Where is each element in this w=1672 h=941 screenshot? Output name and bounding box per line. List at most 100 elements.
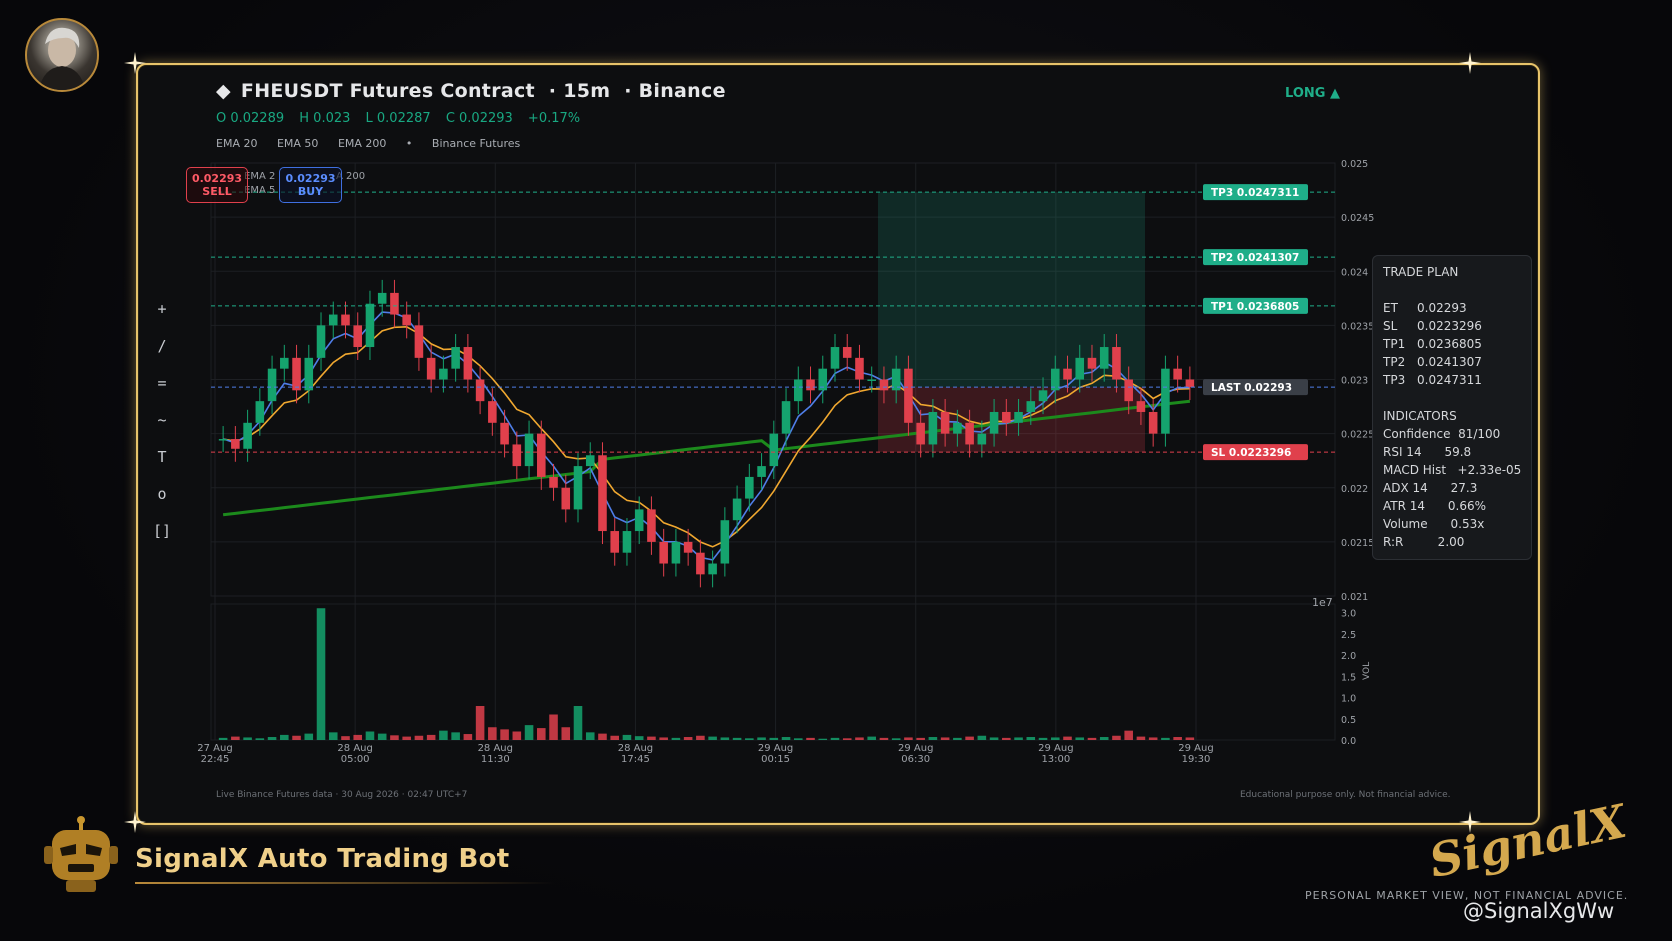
brand-underline	[135, 882, 555, 884]
volume-bar	[696, 735, 705, 740]
candle	[267, 368, 277, 402]
indicator-volume: Volume 0.53x	[1383, 517, 1485, 531]
buy-price: 0.02293	[285, 172, 336, 185]
last-label: LAST 0.02293	[1211, 382, 1292, 394]
candle	[781, 401, 791, 434]
candle	[928, 411, 938, 445]
candle	[292, 357, 301, 391]
candle	[1002, 411, 1011, 423]
candle	[512, 444, 522, 467]
x-tick-label: 19:30	[1182, 754, 1211, 765]
sl-label: SL 0.0223296	[1211, 447, 1291, 459]
ema-overlap-label: EMA 2	[244, 171, 276, 182]
volume-bar	[1112, 735, 1121, 740]
candle	[463, 347, 473, 380]
candle	[745, 476, 754, 499]
y-tick-label: 0.0245	[1341, 213, 1374, 224]
x-tick-label: 13:00	[1041, 754, 1070, 765]
candle	[696, 552, 705, 575]
volume-bar	[475, 706, 485, 740]
candle	[965, 422, 974, 445]
candle	[475, 379, 485, 402]
candle	[1026, 401, 1036, 412]
volume-bar	[830, 737, 840, 740]
volume-bar	[781, 737, 791, 740]
volume-bar	[622, 734, 632, 740]
volume-bar	[806, 737, 815, 740]
volume-pane	[210, 603, 1336, 741]
row-key: ET	[1383, 301, 1398, 315]
candle	[867, 379, 876, 381]
x-tick-label: 28 Aug	[337, 743, 372, 754]
volume-bar	[1148, 737, 1158, 740]
candle	[989, 411, 999, 434]
x-tick-label: 29 Aug	[1178, 743, 1213, 754]
volume-bar	[1173, 737, 1182, 740]
candle	[1185, 379, 1195, 388]
candle	[402, 314, 411, 326]
row-value: 0.0223296	[1417, 319, 1482, 333]
volume-bar	[573, 706, 583, 740]
x-tick-label: 00:15	[761, 754, 790, 765]
volume-bar	[977, 735, 987, 740]
volume-bar	[451, 732, 460, 740]
volume-bar	[537, 728, 546, 740]
candle	[549, 476, 558, 488]
trade-plan-title: TRADE PLAN	[1383, 265, 1459, 279]
tp3-label: TP3 0.0247311	[1211, 187, 1299, 199]
sell-price: 0.02293	[191, 172, 243, 185]
x-tick-label: 05:00	[341, 754, 370, 765]
candle	[732, 498, 742, 521]
volume-bar	[989, 737, 999, 740]
candle	[1014, 411, 1023, 423]
x-tick-label: 27 Aug	[197, 743, 232, 754]
volume-bar	[280, 734, 289, 740]
volume-bar	[745, 738, 754, 740]
volume-bar	[867, 736, 876, 740]
row-value: 0.0241307	[1417, 355, 1482, 369]
indicators-title: INDICATORS	[1383, 409, 1457, 423]
y-tick-label: 0.021	[1341, 592, 1368, 603]
candle	[1161, 368, 1170, 434]
volume-bar	[720, 737, 730, 740]
candle	[622, 531, 632, 553]
volume-bar	[708, 736, 717, 740]
volume-bar	[904, 737, 913, 740]
volume-bar	[255, 738, 265, 740]
candle	[365, 303, 375, 348]
x-tick-label: 29 Aug	[758, 743, 793, 754]
trade-plan-row: TP3 0.0247311	[1383, 373, 1521, 391]
candle	[855, 357, 864, 380]
indicator-atr: ATR 14 0.66%	[1383, 499, 1487, 513]
volume-bar	[328, 732, 338, 740]
volume-bar	[304, 733, 314, 740]
data-source-footer: Live Binance Futures data · 30 Aug 2026 …	[216, 790, 468, 800]
volume-bar	[1161, 737, 1170, 740]
row-value: 0.0236805	[1417, 337, 1482, 351]
candle	[1148, 411, 1158, 434]
candle	[708, 563, 717, 575]
y-tick-label: 0.023	[1341, 376, 1368, 387]
candle	[304, 357, 314, 391]
volume-bar	[732, 737, 742, 740]
volume-bar	[659, 737, 668, 740]
buy-button[interactable]: 0.02293 BUY	[279, 167, 342, 203]
trade-plan-row: SL 0.0223296	[1383, 319, 1521, 337]
sell-button[interactable]: 0.02293 SELL	[186, 167, 248, 203]
volume-bar	[769, 737, 779, 740]
volume-bar	[1099, 737, 1109, 740]
candle	[1173, 368, 1182, 380]
indicator-rsi: RSI 14 59.8	[1383, 445, 1472, 459]
volume-bar	[879, 737, 889, 740]
volume-bar	[757, 737, 766, 740]
candle	[573, 466, 583, 510]
volume-bar	[500, 729, 509, 740]
candle	[879, 379, 889, 391]
row-key: TP2	[1383, 355, 1406, 369]
candle	[439, 368, 448, 380]
candle	[610, 531, 620, 553]
indicator-macd: MACD Hist +2.33e-05	[1383, 463, 1522, 477]
volume-bar	[1026, 737, 1036, 740]
volume-bar	[916, 737, 925, 740]
candle	[659, 541, 668, 564]
